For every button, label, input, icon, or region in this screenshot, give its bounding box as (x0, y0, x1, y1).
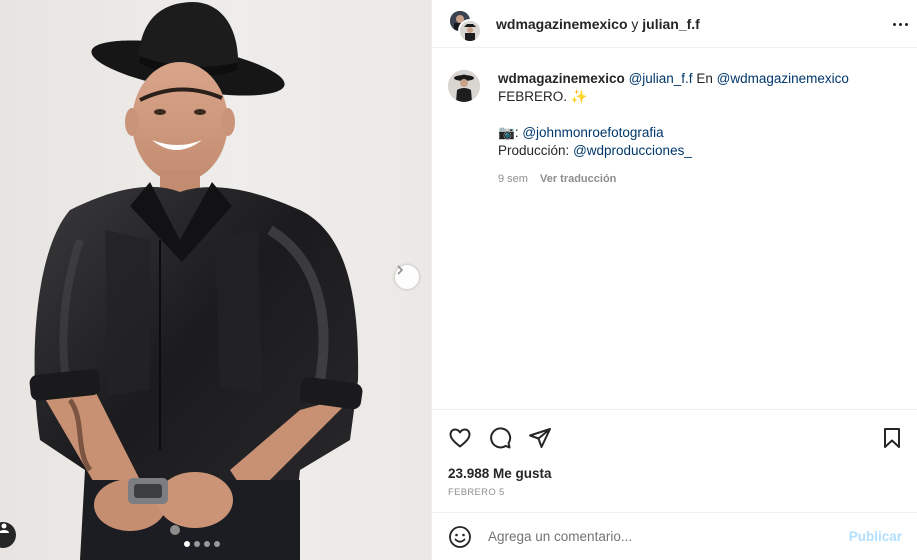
carousel-next-button[interactable] (395, 265, 419, 289)
likes-count[interactable]: 23.988 Me gusta (432, 450, 917, 481)
caption-line: FEBRERO. ✨ (498, 89, 588, 104)
save-button[interactable] (880, 426, 904, 450)
action-icons (432, 410, 917, 450)
collab-avatars[interactable] (448, 7, 482, 43)
person-tag-icon (0, 523, 9, 533)
carousel-dot (194, 541, 200, 547)
caption-avatar[interactable] (448, 70, 480, 102)
comment-button[interactable] (488, 426, 512, 450)
see-translation-button[interactable]: Ver traducción (540, 170, 616, 188)
chevron-right-icon (397, 265, 404, 275)
carousel-dot-active (184, 541, 190, 547)
comment-input[interactable] (488, 529, 849, 544)
collaborator-link[interactable]: julian_f.f (642, 16, 700, 32)
more-options-button[interactable] (889, 13, 911, 35)
post-time-ago[interactable]: 9 sem (498, 170, 528, 188)
caption-text: wdmagazinemexico @julian_f.f En @wdmagaz… (498, 70, 849, 188)
post-header: wdmagazinemexico y julian_f.f (432, 0, 917, 48)
caption-text-segment: : (514, 125, 519, 140)
account-link[interactable]: wdmagazinemexico (496, 16, 628, 32)
avatar (458, 18, 482, 43)
post-photo (29, 2, 363, 560)
comment-bar: Publicar (432, 512, 917, 560)
producer-mention[interactable]: @wdproducciones_ (573, 143, 692, 158)
production-label: Producción: (498, 143, 570, 158)
post-details-panel: wdmagazinemexico y julian_f.f wdmagazine… (431, 0, 917, 560)
photographer-mention[interactable]: @johnmonroefotografia (522, 125, 663, 140)
more-icon-dot (904, 22, 908, 26)
caption-text-segment: En (696, 71, 713, 86)
mention-link[interactable]: @julian_f.f (629, 71, 693, 86)
post-actions: 23.988 Me gusta FEBRERO 5 (432, 409, 917, 498)
bookmark-icon (884, 428, 900, 448)
post-media[interactable] (0, 0, 431, 560)
share-icon (529, 428, 551, 448)
camera-emoji: 📷 (498, 125, 515, 140)
share-button[interactable] (528, 426, 552, 450)
heart-icon (449, 428, 471, 448)
post-caption: wdmagazinemexico @julian_f.f En @wdmagaz… (448, 70, 849, 188)
more-icon-dot (898, 22, 902, 26)
carousel-dot (214, 541, 220, 547)
comment-icon (490, 427, 512, 449)
publish-button[interactable]: Publicar (849, 529, 902, 544)
like-button[interactable] (448, 426, 472, 450)
caption-username[interactable]: wdmagazinemexico (498, 71, 625, 86)
post-date: FEBRERO 5 (448, 487, 505, 498)
header-conjunction: y (631, 15, 639, 32)
emoji-icon[interactable] (448, 525, 472, 549)
carousel-indicator (184, 541, 220, 547)
post-header-title: wdmagazinemexico y julian_f.f (496, 16, 700, 32)
caption-meta: 9 sem Ver traducción (498, 170, 849, 188)
carousel-dot (204, 541, 210, 547)
more-icon (892, 22, 896, 26)
mention-link[interactable]: @wdmagazinemexico (717, 71, 849, 86)
